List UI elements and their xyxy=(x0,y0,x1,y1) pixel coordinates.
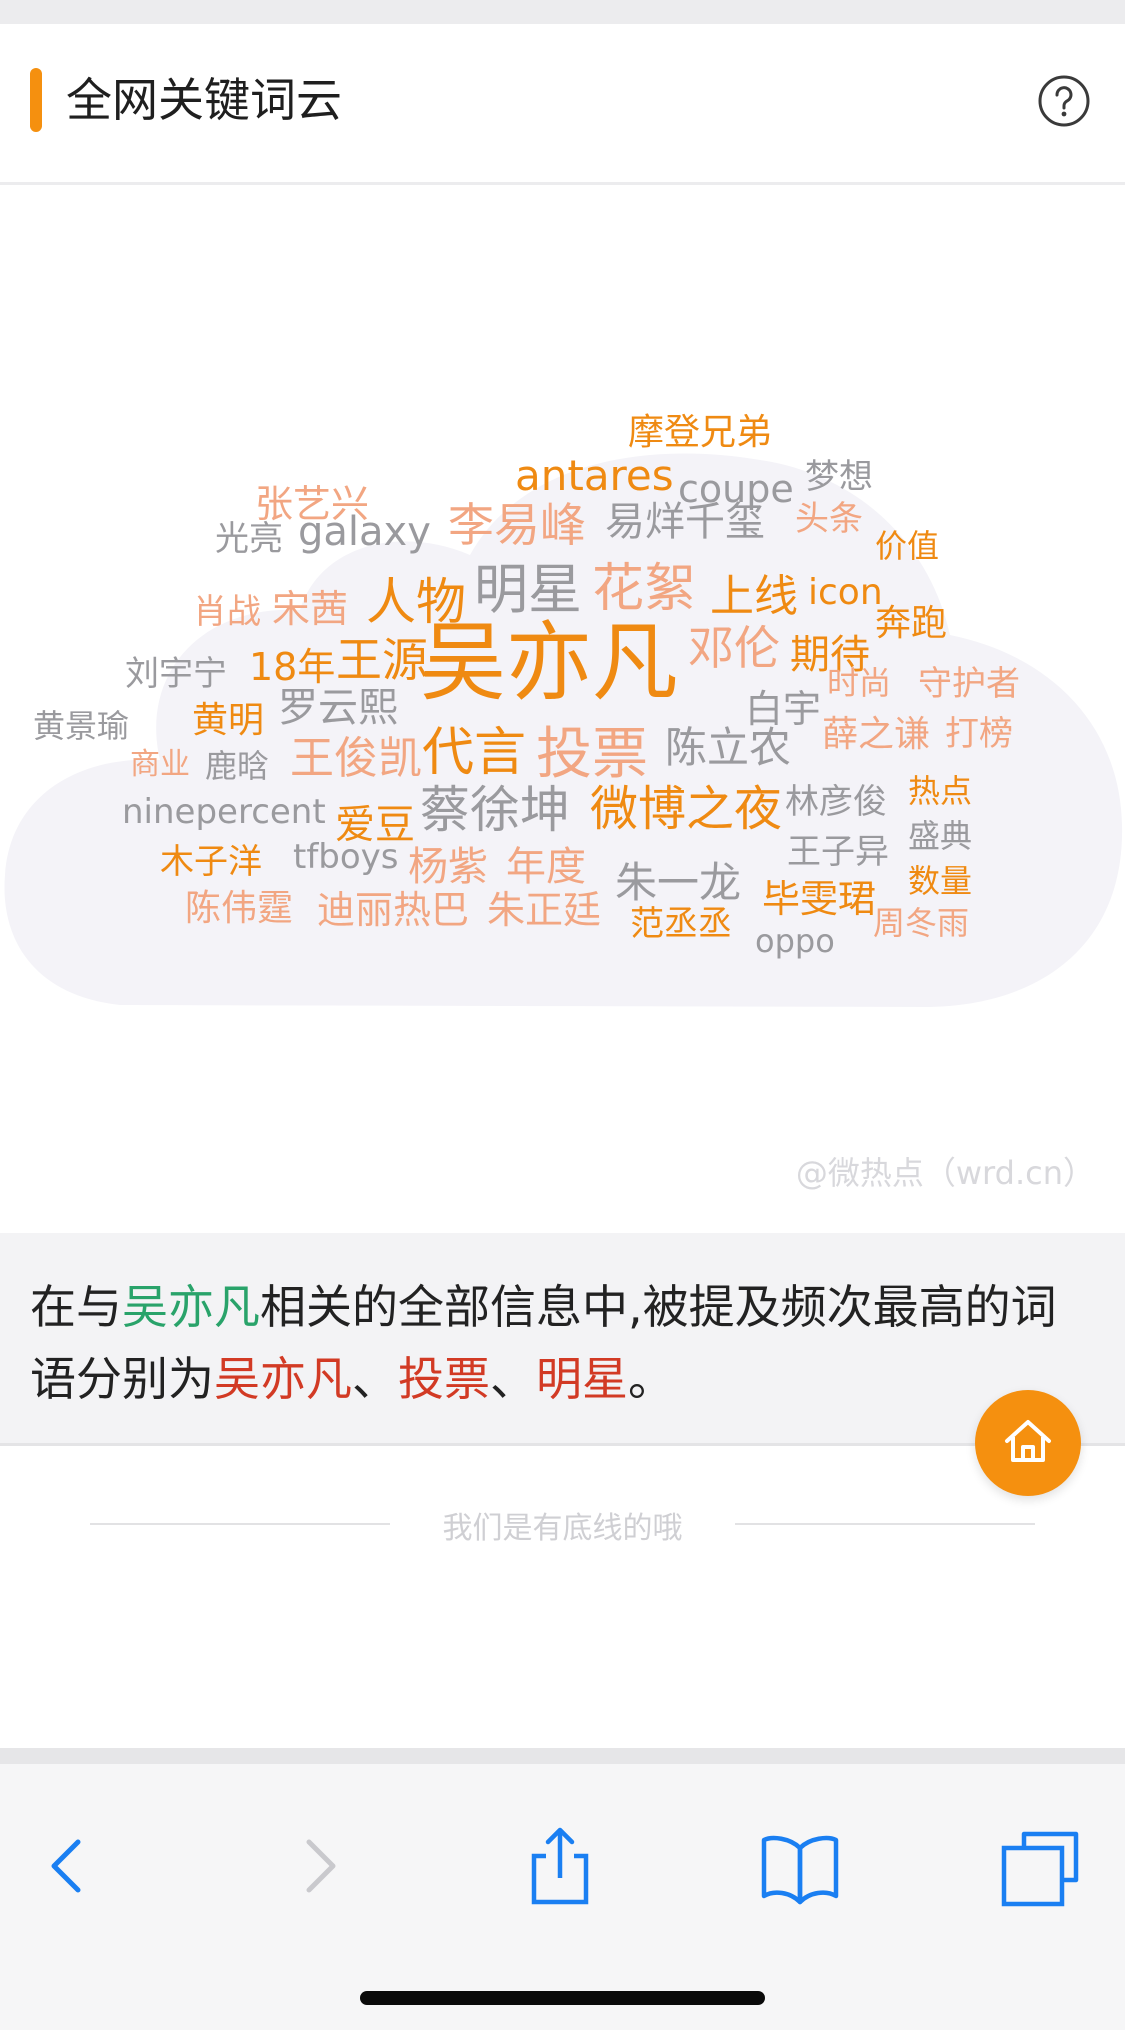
cloud-word: 李易峰 xyxy=(448,498,586,552)
home-button[interactable] xyxy=(975,1390,1081,1496)
cloud-word: 宋茜 xyxy=(272,587,349,631)
cloud-word: 毕雯珺 xyxy=(762,877,877,921)
cloud-word: 迪丽热巴 xyxy=(317,888,470,932)
cloud-word: 价值 xyxy=(875,527,940,565)
cloud-word: 盛典 xyxy=(908,817,973,855)
home-indicator xyxy=(360,1991,765,2005)
cloud-word: galaxy xyxy=(298,509,431,555)
summary-suffix: 。 xyxy=(628,1352,674,1406)
top-word-3: 明星 xyxy=(536,1352,628,1406)
back-chevron-icon[interactable] xyxy=(28,1824,112,1908)
summary-subject: 吴亦凡 xyxy=(122,1280,260,1334)
cloud-word: 热点 xyxy=(908,772,973,810)
cloud-word: 微博之夜 xyxy=(590,781,783,837)
home-icon xyxy=(1005,1420,1051,1462)
browser-toolbar xyxy=(0,1748,1125,2030)
cloud-word: 黄明 xyxy=(192,700,265,741)
cloud-word: 商业 xyxy=(130,747,190,782)
cloud-word: 陈伟霆 xyxy=(185,888,294,929)
cloud-word: 数量 xyxy=(908,862,973,900)
cloud-word: 18年 xyxy=(249,645,336,689)
cloud-word: 易烊千玺 xyxy=(605,499,765,545)
cloud-word: 吴亦凡 xyxy=(420,613,678,713)
cloud-word: 投票 xyxy=(536,722,648,787)
forward-chevron-icon[interactable] xyxy=(275,1824,359,1908)
cloud-word: 时尚 xyxy=(827,664,892,702)
cloud-word: 守护者 xyxy=(918,664,1020,704)
cloud-word: icon xyxy=(808,572,883,613)
cloud-word: 打榜 xyxy=(945,714,1013,754)
cloud-word: 林彦俊 xyxy=(785,782,887,822)
watermark: @微热点（wrd.cn） xyxy=(795,1154,1095,1192)
summary-section: 在与吴亦凡相关的全部信息中,被提及频次最高的词语分别为吴亦凡、投票、明星。 xyxy=(0,1233,1125,1446)
summary-sep-2: 、 xyxy=(490,1352,536,1406)
cloud-word: 薛之谦 xyxy=(822,714,931,755)
cloud-word: 肖战 xyxy=(193,592,261,632)
cloud-word: 木子洋 xyxy=(160,842,262,882)
cloud-word: 王源 xyxy=(336,633,428,687)
cloud-word: 梦想 xyxy=(805,457,873,497)
word-cloud-panel: 摩登兄弟 antares coupe 梦想 张艺兴 光亮 galaxy 李易峰 易烊千玺 头条 价值… xyxy=(0,185,1125,1233)
footer-note: 我们是有底线的哦 xyxy=(442,1511,683,1546)
cloud-word: 年度 xyxy=(506,844,586,890)
cloud-word: antares xyxy=(515,451,674,500)
cloud-word: 摩登兄弟 xyxy=(628,412,773,453)
footer-divider-right xyxy=(735,1523,1035,1525)
cloud-word: ninepercent xyxy=(122,792,326,832)
cloud-word: 周冬雨 xyxy=(873,904,970,942)
tabs-icon[interactable] xyxy=(998,1824,1082,1908)
cloud-word: 朱一龙 xyxy=(615,858,742,907)
cloud-word: 王俊凯 xyxy=(290,733,422,784)
share-icon[interactable] xyxy=(518,1824,602,1908)
cloud-word: 陈立农 xyxy=(665,723,792,772)
page-header: 全网关键词云 xyxy=(0,24,1125,185)
status-strip xyxy=(0,0,1125,24)
cloud-word: 邓伦 xyxy=(688,621,780,675)
cloud-word: 朱正廷 xyxy=(487,888,602,932)
cloud-word: oppo xyxy=(755,922,835,960)
top-word-1: 吴亦凡 xyxy=(214,1352,352,1406)
cloud-word: 明星 xyxy=(474,558,582,621)
cloud-word: 代言 xyxy=(422,723,527,783)
cloud-word: 花絮 xyxy=(592,559,697,619)
cloud-word: 鹿晗 xyxy=(205,747,270,785)
cloud-word: 蔡徐坤 xyxy=(420,781,570,839)
cloud-word: 罗云熙 xyxy=(278,685,398,731)
cloud-word: 黄景瑜 xyxy=(33,707,130,745)
cloud-word: 范丞丞 xyxy=(630,904,732,944)
cloud-word: 奔跑 xyxy=(875,603,948,644)
cloud-word: 头条 xyxy=(795,499,863,539)
page-title: 全网关键词云 xyxy=(66,73,342,127)
summary-text: 在与吴亦凡相关的全部信息中,被提及频次最高的词语分别为吴亦凡、投票、明星。 xyxy=(30,1271,1090,1415)
cloud-word: 杨紫 xyxy=(408,844,488,890)
summary-sep-1: 、 xyxy=(352,1352,398,1406)
summary-prefix: 在与 xyxy=(30,1280,122,1334)
cloud-word: 王子异 xyxy=(787,832,889,872)
cloud-word: tfboys xyxy=(293,837,399,877)
cloud-word: 刘宇宁 xyxy=(125,654,227,694)
top-word-2: 投票 xyxy=(398,1352,490,1406)
question-circle-icon[interactable] xyxy=(1037,74,1091,128)
title-accent-bar xyxy=(30,68,42,132)
cloud-word: 上线 xyxy=(710,571,798,622)
bookmarks-icon[interactable] xyxy=(758,1824,842,1908)
cloud-word: 光亮 xyxy=(215,519,283,559)
